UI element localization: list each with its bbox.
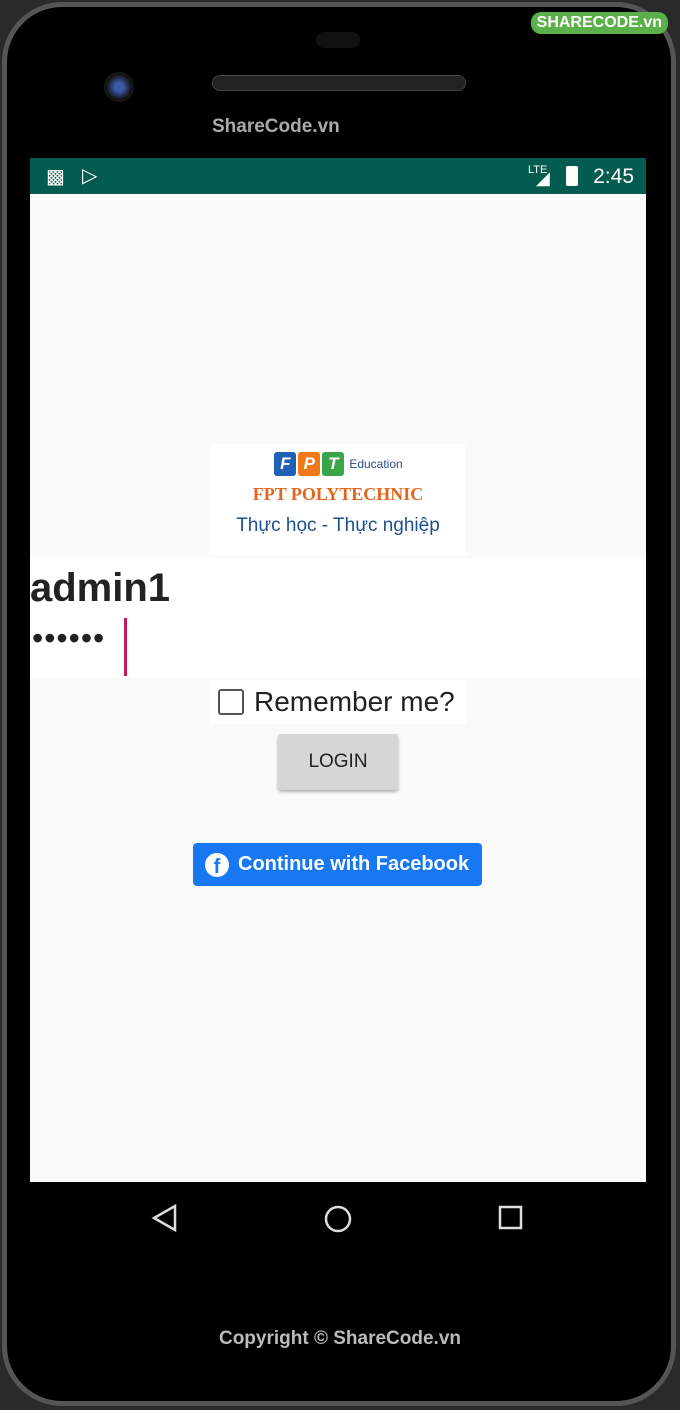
logo-slogan: Thực học - Thực nghiệp bbox=[236, 515, 440, 536]
clock: 2:45 bbox=[593, 165, 634, 188]
text-caret bbox=[124, 618, 127, 676]
battery-charging-icon bbox=[566, 166, 578, 186]
checkbox-icon[interactable] bbox=[218, 689, 244, 715]
facebook-login-button[interactable]: f Continue with Facebook bbox=[193, 843, 482, 886]
copyright: Copyright © ShareCode.vn bbox=[218, 1328, 462, 1349]
back-icon[interactable] bbox=[150, 1203, 180, 1233]
signal-icon: ◢ bbox=[536, 168, 550, 188]
facebook-icon: f bbox=[205, 852, 229, 878]
logo-sub: Education bbox=[349, 457, 403, 471]
logo-letter: P bbox=[298, 452, 321, 476]
password-input[interactable]: •••••• bbox=[32, 620, 105, 657]
logo-letter: T bbox=[322, 452, 345, 476]
status-bar: ▩ ▷ LTE ◢ 2:45 bbox=[30, 158, 646, 194]
earpiece bbox=[212, 75, 466, 91]
recents-icon[interactable] bbox=[497, 1204, 525, 1232]
sensor bbox=[316, 32, 360, 48]
login-button[interactable]: LOGIN bbox=[278, 734, 398, 790]
login-inputs: admin1 •••••• bbox=[30, 558, 646, 678]
device-brand: ShareCode.vn bbox=[212, 116, 340, 137]
home-icon[interactable] bbox=[322, 1203, 354, 1235]
app-screen: ▩ ▷ LTE ◢ 2:45 F P T Education FPT POLYT… bbox=[30, 158, 646, 1182]
facebook-label: Continue with Facebook bbox=[238, 853, 470, 875]
play-store-icon: ▷ bbox=[82, 165, 98, 187]
logo-letter: F bbox=[274, 452, 297, 476]
alert-icon: ▩ bbox=[46, 166, 65, 188]
fpt-logo: F P T Education FPT POLYTECHNIC Thực học… bbox=[211, 444, 465, 556]
remember-me-checkbox[interactable]: Remember me? bbox=[210, 680, 466, 724]
camera-icon bbox=[104, 72, 134, 102]
username-input[interactable]: admin1 bbox=[30, 566, 170, 611]
logo-title: FPT POLYTECHNIC bbox=[252, 484, 424, 504]
watermark-logo: SHARECODE.vn bbox=[530, 12, 668, 34]
remember-label: Remember me? bbox=[254, 686, 455, 717]
